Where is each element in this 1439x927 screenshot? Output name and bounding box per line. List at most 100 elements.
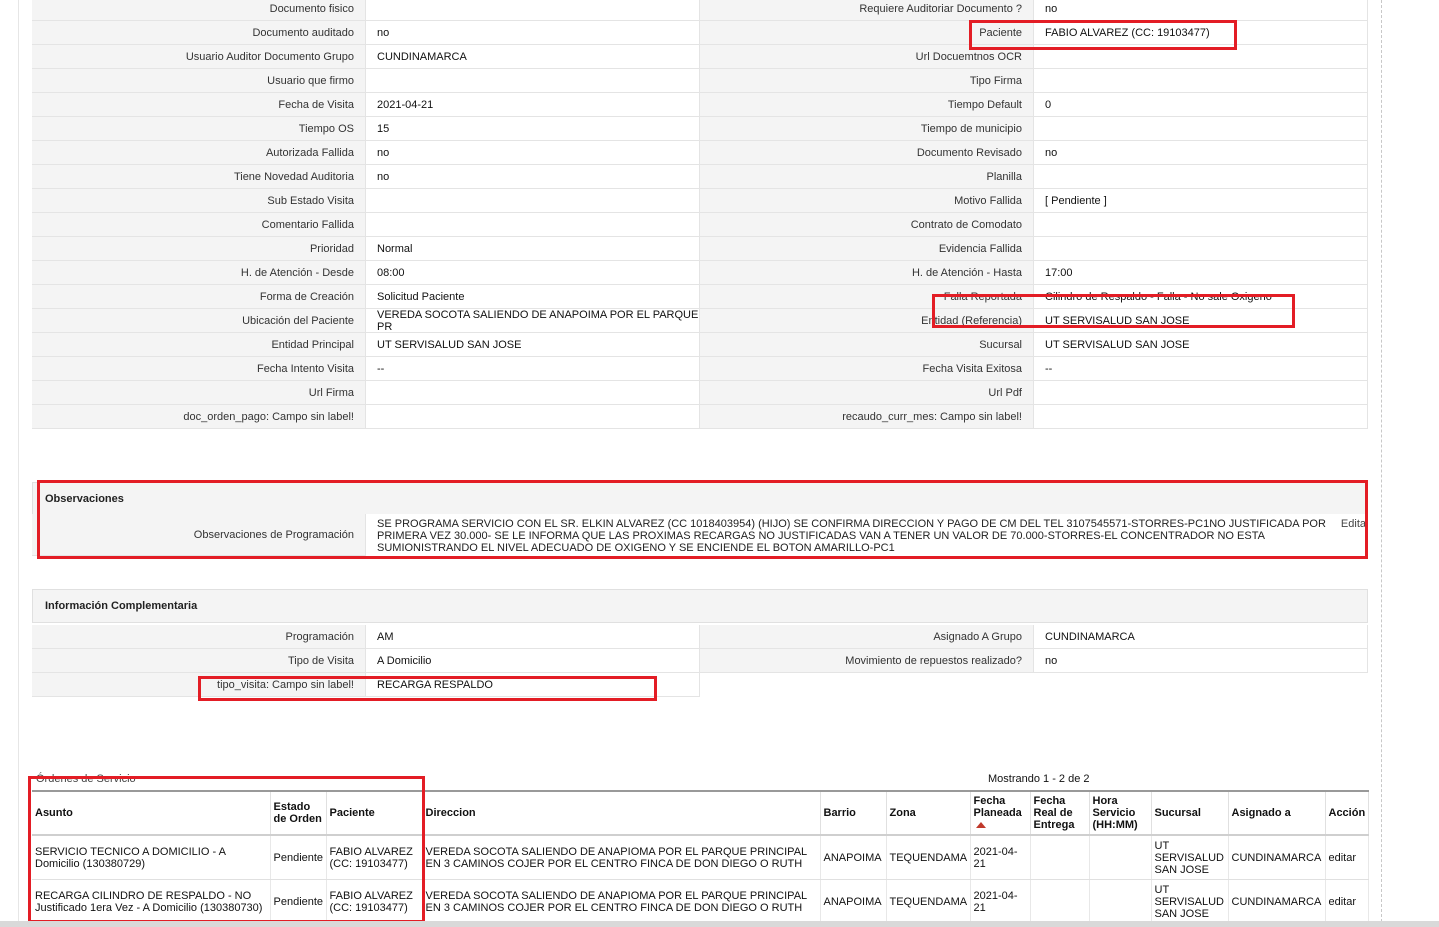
field-value: UT SERVISALUD SAN JOSE: [366, 333, 700, 357]
orders-table: Asunto Estado de Orden Paciente Direccio…: [32, 790, 1369, 924]
page-right-edge: [1381, 0, 1382, 927]
field-label: Sucursal: [700, 333, 1034, 357]
column-header-fecha-planeada[interactable]: Fecha Planeada: [970, 790, 1031, 836]
table-row: SERVICIO TECNICO A DOMICILIO - A Domicil…: [32, 835, 1369, 880]
column-header-sucursal[interactable]: Sucursal: [1151, 790, 1229, 836]
order-barrio: ANAPOIMA: [820, 835, 887, 880]
order-asignado: CUNDINAMARCA: [1228, 879, 1326, 924]
order-sucursal: UT SERVISALUD SAN JOSE: [1151, 835, 1229, 880]
field-value: no: [366, 165, 700, 189]
column-header-hora[interactable]: Hora Servicio (HH:MM): [1089, 790, 1152, 836]
column-header-zona[interactable]: Zona: [886, 790, 971, 836]
field-value: AM: [366, 625, 700, 649]
edit-order-link[interactable]: editar: [1325, 835, 1369, 880]
observaciones-label: Observaciones de Programación: [32, 514, 366, 556]
table-row: RECARGA CILINDRO DE RESPALDO - NO Justif…: [32, 879, 1369, 924]
field-value: 15: [366, 117, 700, 141]
order-estado: Pendiente: [270, 835, 327, 880]
field-value: VEREDA SOCOTA SALIENDO DE ANAPOIMA POR E…: [366, 309, 700, 333]
patient-value: FABIO ALVAREZ (CC: 19103477): [1034, 21, 1368, 45]
tipo-visita-value: RECARGA RESPALDO: [366, 673, 700, 697]
field-label: Prioridad: [32, 237, 366, 261]
sort-ascending-icon: [975, 822, 986, 828]
empty-cell: [1034, 673, 1368, 697]
field-value: 08:00: [366, 261, 700, 285]
field-label: Comentario Fallida: [32, 213, 366, 237]
observaciones-text-container: SE PROGRAMA SERVICIO CON EL SR. ELKIN AL…: [366, 514, 1368, 556]
field-label: Autorizada Fallida: [32, 141, 366, 165]
page-left-edge: [18, 0, 19, 927]
field-label: Planilla: [700, 165, 1034, 189]
order-asunto[interactable]: RECARGA CILINDRO DE RESPALDO - NO Justif…: [32, 879, 271, 924]
field-label: Forma de Creación: [32, 285, 366, 309]
order-fecha-planeada: 2021-04-21: [970, 879, 1031, 924]
field-label: Tiempo Default: [700, 93, 1034, 117]
order-hora: [1089, 835, 1152, 880]
field-label: Sub Estado Visita: [32, 189, 366, 213]
field-value: [1034, 237, 1368, 261]
column-header-paciente[interactable]: Paciente: [326, 790, 423, 836]
order-direccion: VEREDA SOCOTA SALIENDO DE ANAPIOMA POR E…: [422, 835, 821, 880]
details-grid: Documento fisico Requiere Auditoriar Doc…: [32, 0, 1368, 429]
edit-observaciones-link[interactable]: Edita: [1341, 518, 1366, 530]
field-label: Documento fisico: [32, 0, 366, 21]
orders-title: Órdenes de Servicio: [36, 773, 136, 785]
order-zona: TEQUENDAMA: [886, 879, 971, 924]
field-value: [1034, 213, 1368, 237]
field-label: Tiene Novedad Auditoria: [32, 165, 366, 189]
orders-header-row: Asunto Estado de Orden Paciente Direccio…: [32, 790, 1369, 836]
column-header-barrio[interactable]: Barrio: [820, 790, 887, 836]
horizontal-scrollbar[interactable]: [0, 921, 1439, 927]
empty-cell: [700, 673, 1034, 697]
field-label: H. de Atención - Desde: [32, 261, 366, 285]
field-label: Ubicación del Paciente: [32, 309, 366, 333]
column-header-estado[interactable]: Estado de Orden: [270, 790, 327, 836]
field-value: A Domicilio: [366, 649, 700, 673]
field-label: Asignado A Grupo: [700, 625, 1034, 649]
field-label: Movimiento de repuestos realizado?: [700, 649, 1034, 673]
order-asunto[interactable]: SERVICIO TECNICO A DOMICILIO - A Domicil…: [32, 835, 271, 880]
column-header-asignado[interactable]: Asignado a: [1228, 790, 1326, 836]
observaciones-row: Observaciones de Programación SE PROGRAM…: [32, 514, 1368, 556]
field-value: no: [366, 21, 700, 45]
field-label: Usuario Auditor Documento Grupo: [32, 45, 366, 69]
field-label: Fecha Intento Visita: [32, 357, 366, 381]
observaciones-header: Observaciones: [32, 482, 1368, 516]
order-fecha-real: [1030, 879, 1090, 924]
field-label: Requiere Auditoriar Documento ?: [700, 0, 1034, 21]
field-value: 2021-04-21: [366, 93, 700, 117]
order-direccion: VEREDA SOCOTA SALIENDO DE ANAPIOMA POR E…: [422, 879, 821, 924]
field-value: CUNDINAMARCA: [1034, 625, 1368, 649]
field-label: tipo_visita: Campo sin label!: [32, 673, 366, 697]
edit-order-link[interactable]: editar: [1325, 879, 1369, 924]
field-label: doc_orden_pago: Campo sin label!: [32, 405, 366, 429]
reported-failure-value: Cilindro de Respaldo - Falla - No sale O…: [1034, 285, 1368, 309]
field-label: Fecha de Visita: [32, 93, 366, 117]
field-value: [366, 189, 700, 213]
field-value: no: [1034, 649, 1368, 673]
column-header-asunto[interactable]: Asunto: [32, 790, 271, 836]
field-value: [1034, 45, 1368, 69]
field-value: UT SERVISALUD SAN JOSE: [1034, 333, 1368, 357]
field-label: Entidad Principal: [32, 333, 366, 357]
order-fecha-real: [1030, 835, 1090, 880]
field-label: Tipo Firma: [700, 69, 1034, 93]
field-value: [1034, 117, 1368, 141]
field-value: [366, 213, 700, 237]
orders-count: Mostrando 1 - 2 de 2: [988, 773, 1090, 785]
field-value: CUNDINAMARCA: [366, 45, 700, 69]
column-header-fecha-real[interactable]: Fecha Real de Entrega: [1030, 790, 1090, 836]
field-label: Entidad (Referencia): [700, 309, 1034, 333]
order-barrio: ANAPOIMA: [820, 879, 887, 924]
field-value: [ Pendiente ]: [1034, 189, 1368, 213]
field-label: Url Pdf: [700, 381, 1034, 405]
column-header-direccion[interactable]: Direccion: [422, 790, 821, 836]
field-value: no: [1034, 141, 1368, 165]
complementaria-header: Información Complementaria: [32, 589, 1368, 623]
observaciones-text: SE PROGRAMA SERVICIO CON EL SR. ELKIN AL…: [377, 518, 1326, 554]
field-label: recaudo_curr_mes: Campo sin label!: [700, 405, 1034, 429]
field-value: [366, 381, 700, 405]
field-label: Evidencia Fallida: [700, 237, 1034, 261]
order-paciente: FABIO ALVAREZ (CC: 19103477): [326, 879, 423, 924]
field-value: --: [366, 357, 700, 381]
